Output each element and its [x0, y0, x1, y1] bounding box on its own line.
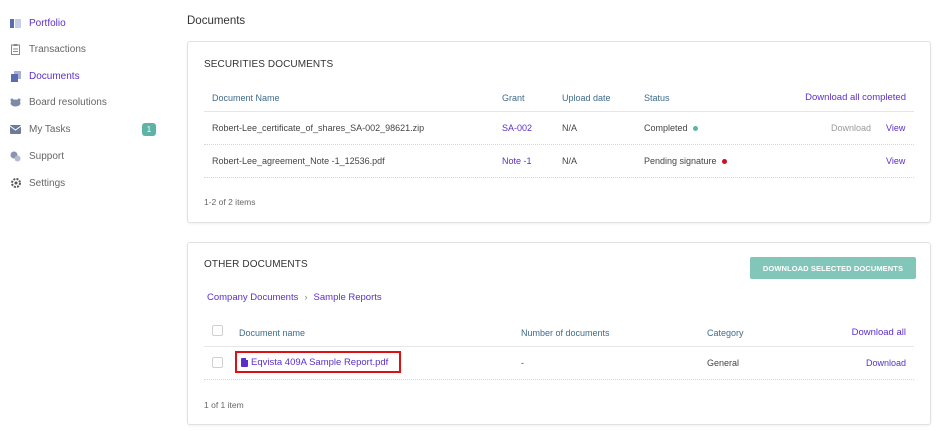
col-upload-date[interactable]: Upload date — [562, 93, 611, 103]
pagination-summary: 1 of 1 item — [204, 400, 244, 410]
tasks-count-badge: 1 — [142, 123, 156, 136]
col-grant[interactable]: Grant — [502, 93, 525, 103]
col-document-name[interactable]: Document name — [239, 328, 305, 338]
sidebar-item-settings[interactable]: Settings — [10, 173, 160, 193]
sidebar-item-label: Support — [29, 150, 65, 162]
select-all-checkbox[interactable] — [212, 325, 223, 336]
grant-link[interactable]: Note -1 — [502, 156, 532, 166]
upload-date-cell: N/A — [562, 123, 578, 133]
sidebar-item-label: Documents — [29, 70, 80, 82]
breadcrumb-separator-icon: › — [304, 292, 308, 303]
row-divider — [204, 144, 914, 145]
number-of-documents-cell: - — [521, 358, 524, 368]
header-divider — [204, 346, 914, 347]
securities-documents-title: SECURITIES DOCUMENTS — [204, 59, 334, 70]
document-name-label: Eqvista 409A Sample Report.pdf — [251, 356, 389, 368]
upload-date-cell: N/A — [562, 156, 578, 166]
row-divider — [204, 177, 914, 178]
document-name-cell: Robert-Lee_agreement_Note -1_12536.pdf — [212, 156, 385, 166]
sidebar-item-transactions[interactable]: Transactions — [10, 39, 160, 59]
status-cell: Pending signature — [644, 156, 727, 166]
header-divider — [204, 111, 914, 112]
grant-link[interactable]: SA-002 — [502, 123, 532, 133]
category-cell: General — [707, 358, 740, 368]
other-documents-card: OTHER DOCUMENTS DOWNLOAD SELECTED DOCUME… — [187, 242, 931, 425]
sidebar-item-portfolio[interactable]: Portfolio — [10, 13, 160, 33]
download-selected-documents-button[interactable]: DOWNLOAD SELECTED DOCUMENTS — [750, 257, 916, 279]
sidebar-item-label: Transactions — [29, 43, 86, 55]
sidebar-item-label: Board resolutions — [29, 96, 107, 108]
col-status[interactable]: Status — [644, 93, 670, 103]
breadcrumb: Company Documents › Sample Reports — [207, 292, 382, 303]
download-link[interactable]: Download — [866, 358, 906, 368]
sidebar-item-my-tasks[interactable]: My Tasks 1 — [10, 119, 160, 139]
status-cell: Completed — [644, 123, 698, 133]
sidebar: Portfolio Transactions Documents Board r… — [0, 0, 175, 431]
sidebar-item-label: Settings — [29, 177, 66, 189]
document-link[interactable]: Eqvista 409A Sample Report.pdf — [235, 351, 401, 373]
status-label: Pending signature — [644, 156, 717, 166]
securities-documents-card: SECURITIES DOCUMENTS Document Name Grant… — [187, 41, 931, 223]
download-all-completed-link[interactable]: Download all completed — [805, 92, 906, 103]
sidebar-item-label: Portfolio — [29, 17, 66, 29]
sidebar-item-documents[interactable]: Documents — [10, 66, 160, 86]
view-link[interactable]: View — [886, 156, 905, 166]
download-button[interactable]: Download — [831, 123, 871, 133]
portfolio-icon — [10, 18, 21, 29]
status-pending-dot — [721, 159, 727, 165]
breadcrumb-company-documents[interactable]: Company Documents — [207, 292, 298, 303]
pdf-file-icon — [241, 357, 248, 367]
board-resolutions-icon — [10, 97, 21, 108]
col-category[interactable]: Category — [707, 328, 744, 338]
document-name-cell: Robert-Lee_certificate_of_shares_SA-002_… — [212, 123, 425, 133]
row-divider — [204, 379, 914, 380]
tasks-icon — [10, 124, 21, 135]
page-title: Documents — [187, 15, 246, 27]
pagination-summary: 1-2 of 2 items — [204, 197, 256, 207]
row-select-checkbox[interactable] — [212, 357, 223, 368]
status-label: Completed — [644, 123, 688, 133]
view-link[interactable]: View — [886, 123, 905, 133]
status-completed-dot — [692, 126, 698, 132]
transactions-icon — [10, 43, 21, 55]
sidebar-item-support[interactable]: Support — [10, 146, 160, 166]
download-all-link[interactable]: Download all — [852, 327, 906, 338]
support-icon — [10, 151, 21, 162]
gear-icon — [10, 178, 21, 189]
col-document-name[interactable]: Document Name — [212, 93, 280, 103]
documents-icon — [10, 70, 21, 82]
breadcrumb-sample-reports[interactable]: Sample Reports — [314, 292, 382, 303]
col-number-of-documents[interactable]: Number of documents — [521, 328, 610, 338]
sidebar-item-label: My Tasks — [29, 123, 71, 135]
other-documents-title: OTHER DOCUMENTS — [204, 259, 308, 270]
sidebar-item-board-resolutions[interactable]: Board resolutions — [10, 92, 160, 112]
